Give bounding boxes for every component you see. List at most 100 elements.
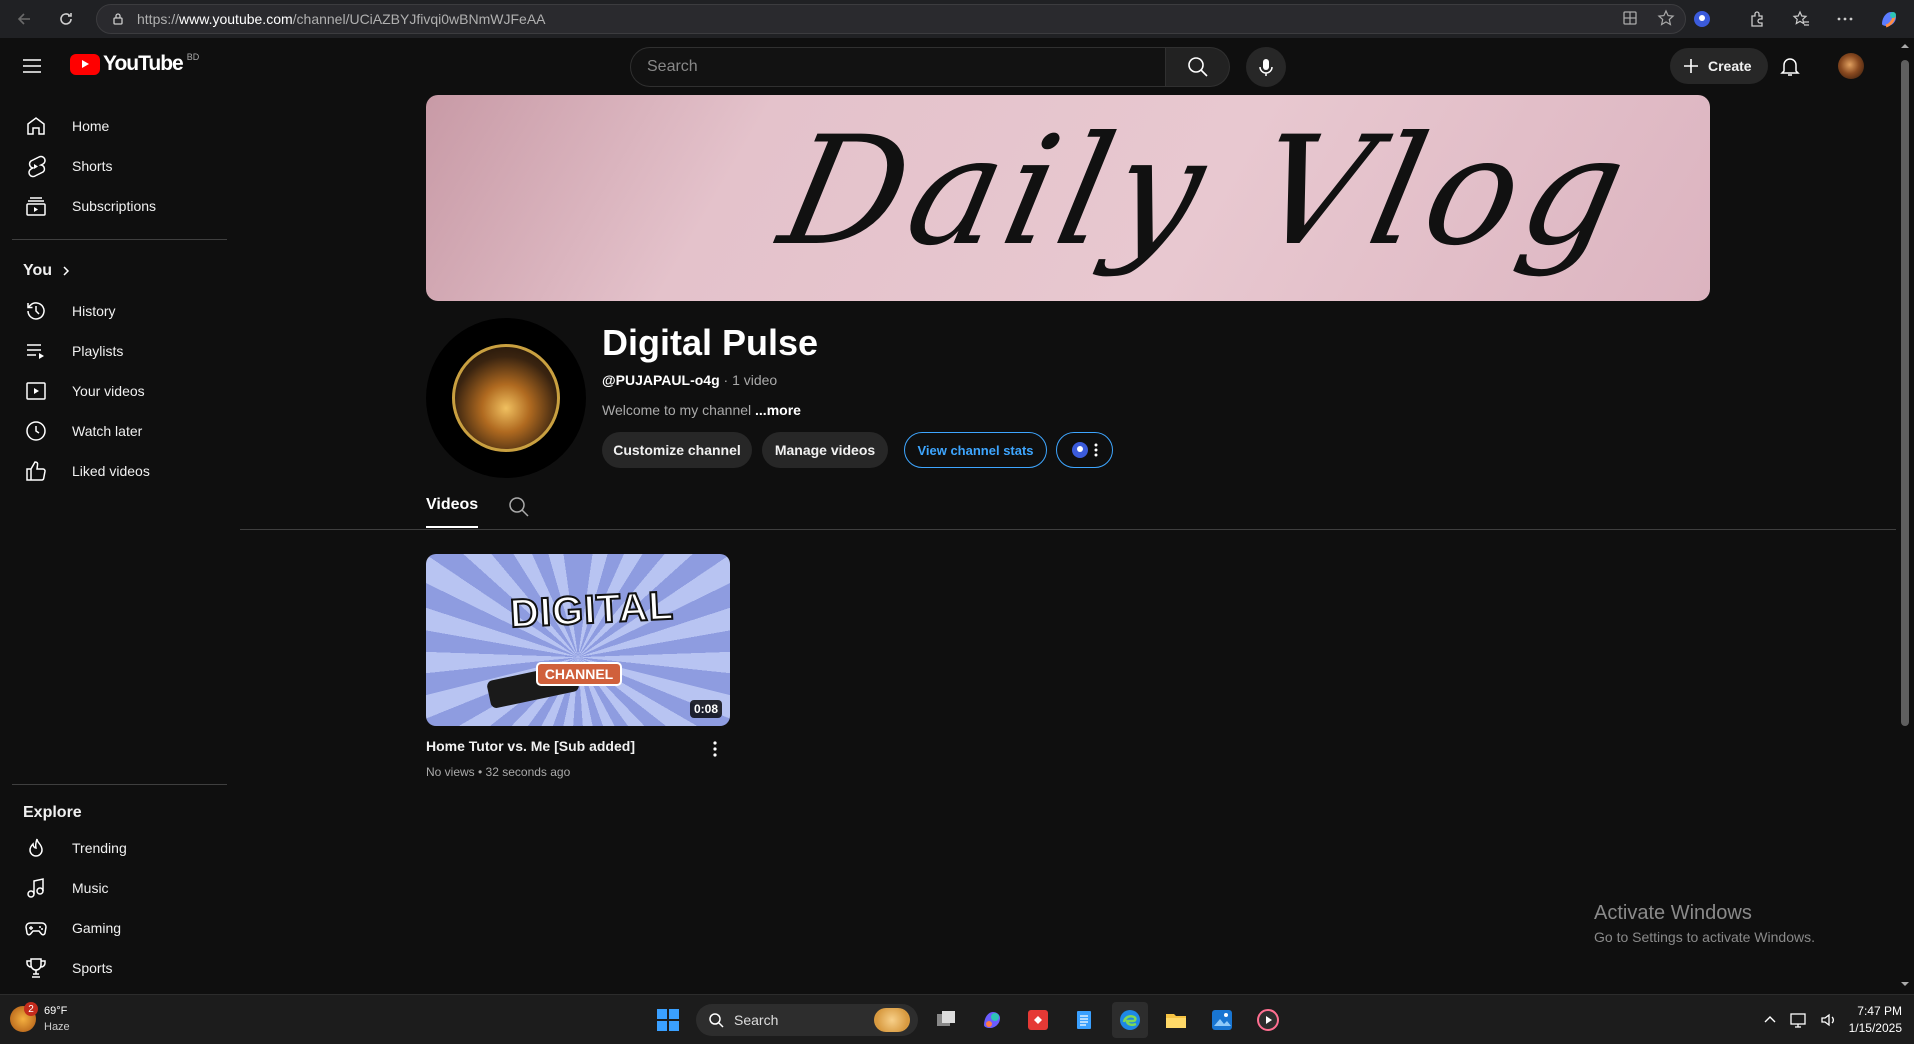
sidebar-item-home[interactable]: Home <box>12 106 222 146</box>
youtube-play-icon <box>70 53 100 75</box>
channel-meta: @PUJAPAUL-o4g · 1 video <box>602 372 777 388</box>
video-title[interactable]: Home Tutor vs. Me [Sub added] <box>426 738 635 754</box>
channel-avatar[interactable] <box>426 318 586 478</box>
notifications-bell-icon[interactable] <box>1778 54 1802 78</box>
weather-badge: 2 <box>24 1002 38 1016</box>
clock-date: 1/15/2025 <box>1848 1021 1902 1035</box>
volume-icon[interactable] <box>1819 1011 1837 1029</box>
weather-temperature: 69°F <box>44 1005 68 1017</box>
windows-taskbar: 2 69°F Haze Search 7:47 PM 1/15/2025 <box>0 994 1914 1044</box>
system-tray: 7:47 PM 1/15/2025 <box>1763 1003 1902 1037</box>
subscriptions-icon <box>24 194 48 218</box>
playlists-icon <box>24 339 48 363</box>
page-scrollbar[interactable] <box>1896 38 1914 994</box>
notepad-icon[interactable] <box>1066 1002 1102 1038</box>
sidebar-item-subscriptions[interactable]: Subscriptions <box>12 186 222 226</box>
plus-icon <box>1682 57 1700 75</box>
search-bar <box>630 47 1230 87</box>
sidebar-item-shorts[interactable]: Shorts <box>12 146 222 186</box>
logo-text: YouTube <box>103 52 184 75</box>
sidebar-item-trending[interactable]: Trending <box>12 828 222 868</box>
view-channel-stats-button[interactable]: View channel stats <box>904 432 1047 468</box>
app-available-icon[interactable] <box>1621 9 1639 27</box>
gaming-icon <box>24 916 48 940</box>
channel-options-button[interactable] <box>1056 432 1113 468</box>
scroll-down-icon[interactable] <box>1901 980 1909 988</box>
sidebar-item-playlists[interactable]: Playlists <box>12 331 222 371</box>
sports-icon <box>24 956 48 980</box>
vertical-dots-icon <box>1093 442 1099 458</box>
sidebar-you-header[interactable]: You <box>23 262 72 280</box>
system-clock[interactable]: 7:47 PM 1/15/2025 <box>1849 1003 1902 1037</box>
sidebar-item-watch-later[interactable]: Watch later <box>12 411 222 451</box>
media-player-icon[interactable] <box>1250 1002 1286 1038</box>
video-thumbnail[interactable]: DIGITAL CHANNEL 0:08 <box>426 554 730 726</box>
voice-search-button[interactable] <box>1246 47 1286 87</box>
sidebar-item-gaming[interactable]: Gaming <box>12 908 222 948</box>
address-bar[interactable]: https://www.youtube.com/channel/UCiAZBYJ… <box>96 4 1686 34</box>
activate-windows-watermark: Activate Windows Go to Settings to activ… <box>1594 902 1815 945</box>
edge-browser-icon[interactable] <box>1112 1002 1148 1038</box>
extensions-icon[interactable] <box>1748 10 1766 28</box>
taskbar-search[interactable]: Search <box>696 1004 918 1036</box>
weather-widget[interactable]: 2 69°F Haze <box>10 1002 70 1035</box>
windows-start-icon[interactable] <box>650 1002 686 1038</box>
scroll-thumb[interactable] <box>1901 60 1909 726</box>
liked-videos-icon <box>24 459 48 483</box>
stats-badge-icon <box>1071 441 1089 459</box>
sidebar-item-your-videos[interactable]: Your videos <box>12 371 222 411</box>
channel-handle: @PUJAPAUL-o4g <box>602 372 720 388</box>
channel-search-icon[interactable] <box>508 496 530 518</box>
scroll-up-icon[interactable] <box>1901 42 1909 50</box>
your-videos-icon <box>24 379 48 403</box>
channel-description[interactable]: Welcome to my channel ...more <box>602 402 801 418</box>
sidebar-item-history[interactable]: History <box>12 291 222 331</box>
more-link[interactable]: ...more <box>755 402 801 418</box>
manage-videos-button[interactable]: Manage videos <box>762 432 888 468</box>
thumbnail-title: DIGITAL <box>508 583 676 638</box>
photos-app-icon[interactable] <box>1204 1002 1240 1038</box>
profile-extension-icon[interactable] <box>1692 9 1712 29</box>
more-options-icon[interactable] <box>1836 10 1854 28</box>
home-icon <box>24 114 48 138</box>
customize-channel-button[interactable]: Customize channel <box>602 432 752 468</box>
video-count: · 1 video <box>719 372 778 388</box>
youtube-logo[interactable]: YouTube BD <box>70 52 199 76</box>
country-code: BD <box>186 52 200 62</box>
favorites-icon[interactable] <box>1792 10 1810 28</box>
channel-avatar-image <box>452 344 560 452</box>
copilot-icon[interactable] <box>1878 8 1900 30</box>
account-avatar[interactable] <box>1838 53 1864 79</box>
youtube-header: YouTube BD Create <box>0 38 1896 94</box>
channel-tabs: Videos <box>240 486 1896 530</box>
task-view-icon[interactable] <box>928 1002 964 1038</box>
search-button[interactable] <box>1166 47 1230 87</box>
create-label: Create <box>1708 58 1752 74</box>
anydesk-icon[interactable] <box>1020 1002 1056 1038</box>
url-text: https://www.youtube.com/channel/UCiAZBYJ… <box>137 11 546 27</box>
network-icon[interactable] <box>1789 1011 1807 1029</box>
sidebar-item-liked-videos[interactable]: Liked videos <box>12 451 222 491</box>
chevron-up-icon[interactable] <box>1763 1013 1777 1027</box>
sidebar-divider <box>12 784 227 785</box>
search-input[interactable] <box>630 47 1166 87</box>
video-meta: No views • 32 seconds ago <box>426 765 571 779</box>
clock-time: 7:47 PM <box>1857 1004 1902 1018</box>
sidebar-item-sports[interactable]: Sports <box>12 948 222 988</box>
lock-icon <box>111 12 125 26</box>
file-explorer-icon[interactable] <box>1158 1002 1194 1038</box>
microphone-icon <box>1256 57 1276 77</box>
sidebar: Home Shorts Subscriptions You History Pl… <box>0 94 232 994</box>
back-icon[interactable] <box>6 1 42 37</box>
tab-videos[interactable]: Videos <box>426 496 479 528</box>
favorite-star-icon[interactable] <box>1657 9 1675 27</box>
create-button[interactable]: Create <box>1670 48 1768 84</box>
copilot-app-icon[interactable] <box>974 1002 1010 1038</box>
sidebar-item-music[interactable]: Music <box>12 868 222 908</box>
channel-banner: Daily Vlog <box>426 95 1710 301</box>
video-menu-icon[interactable] <box>712 740 718 758</box>
trending-icon <box>24 836 48 860</box>
menu-icon[interactable] <box>20 54 44 78</box>
history-icon <box>24 299 48 323</box>
reload-icon[interactable] <box>48 1 84 37</box>
